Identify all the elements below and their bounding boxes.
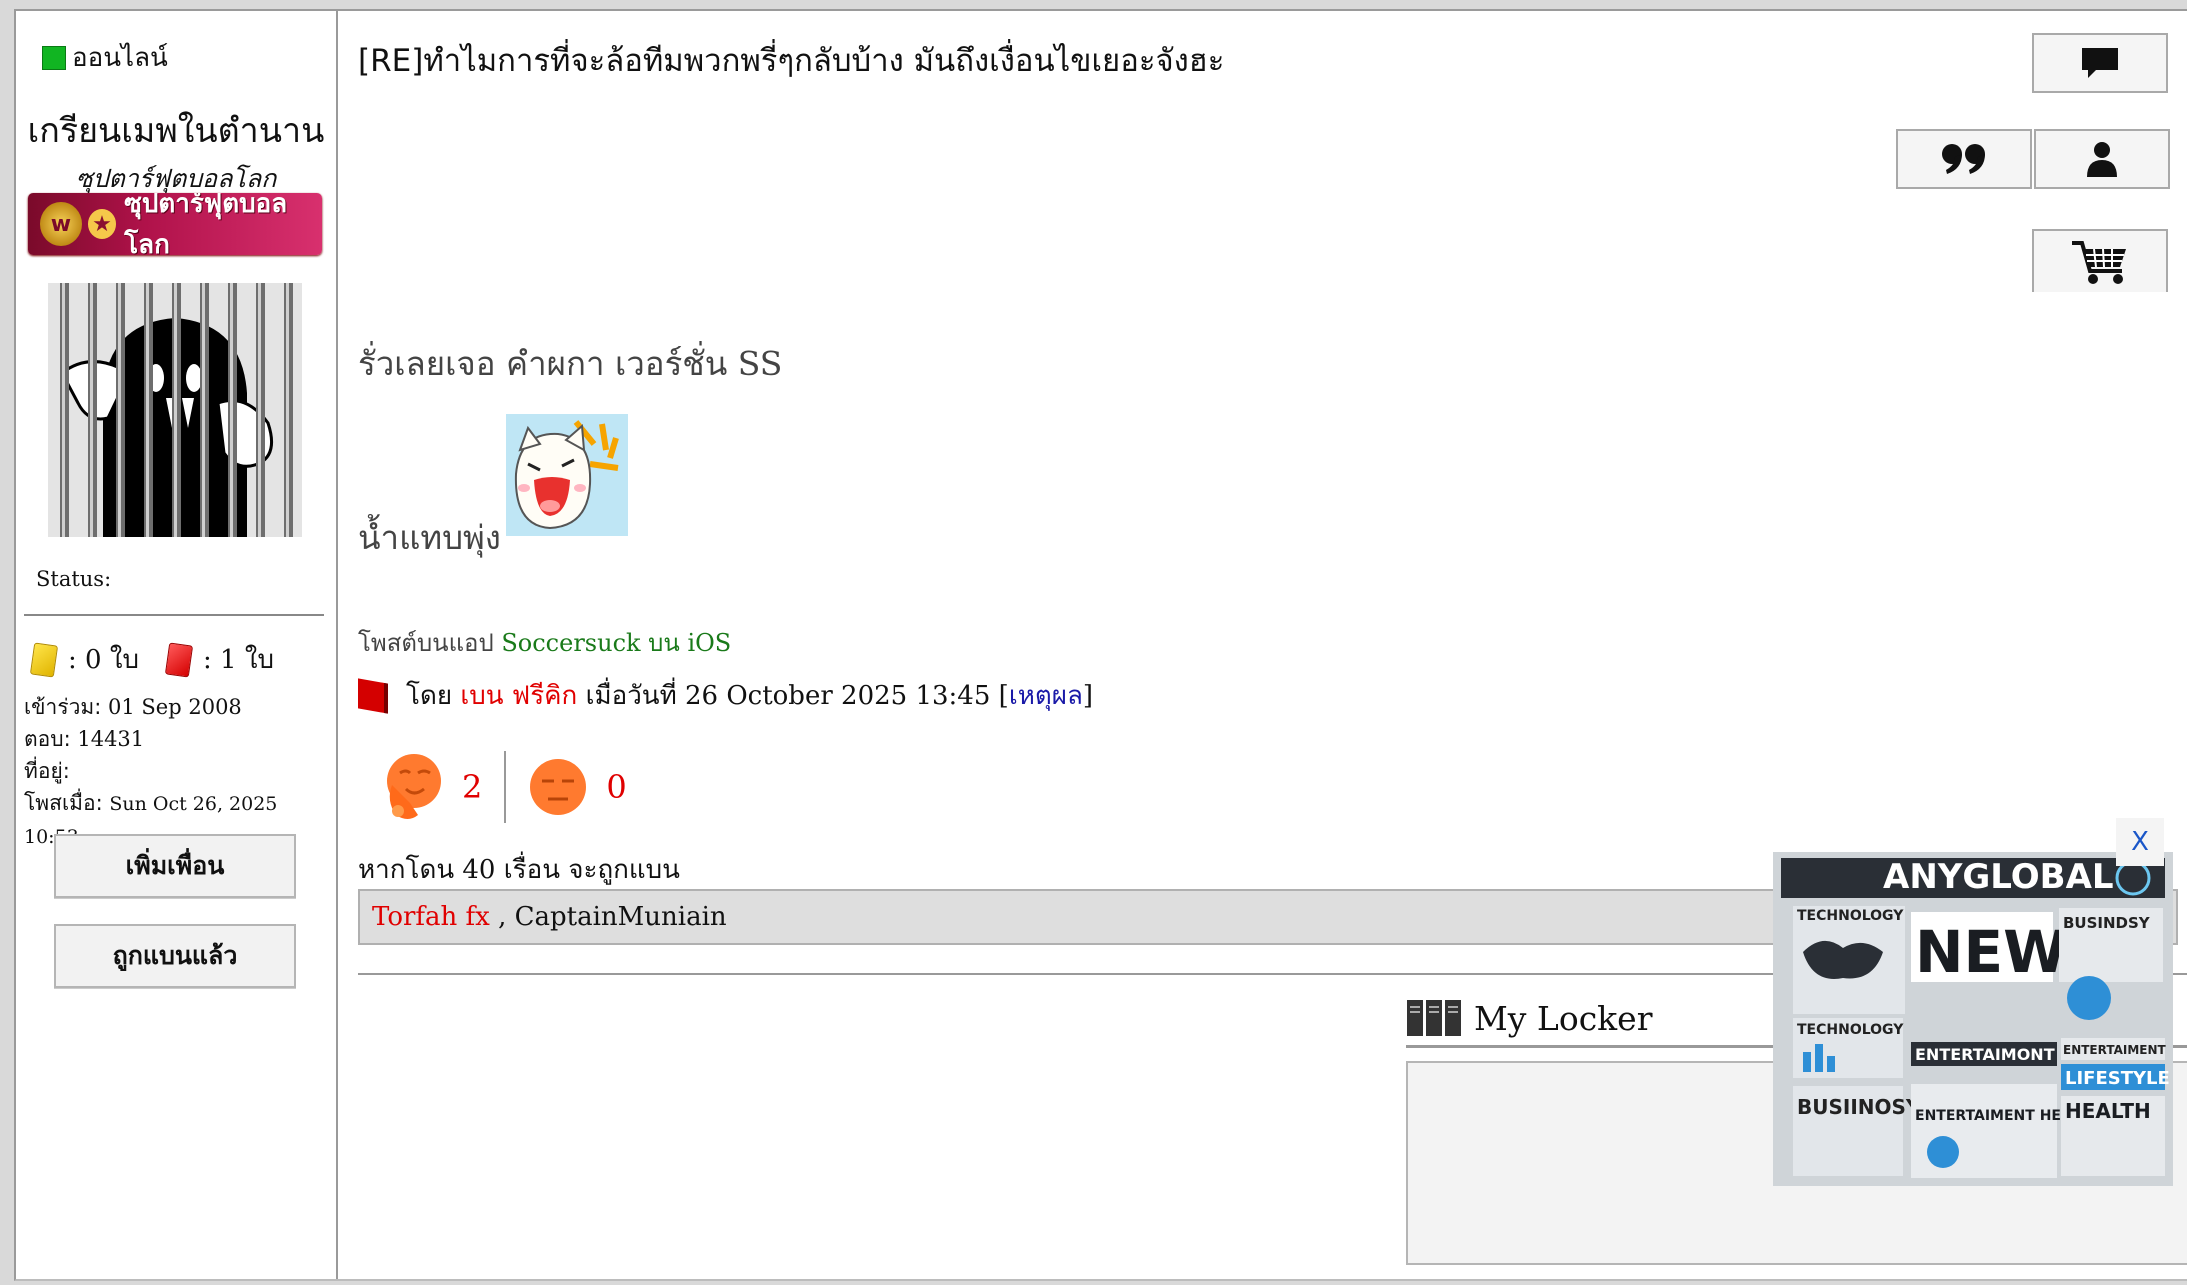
quote-button[interactable]	[1896, 129, 2032, 189]
rank-banner: w ★ ซุปตาร์ฟุตบอลโลก	[28, 193, 322, 255]
quote-icon	[1942, 144, 1985, 174]
avatar[interactable]	[48, 283, 302, 537]
by-label: โดย	[406, 681, 453, 711]
banned-button[interactable]: ถูกแบนแล้ว	[54, 924, 296, 988]
ad-tile-3: TECHNOLOGY	[1797, 1022, 1904, 1038]
replies-value: 14431	[77, 727, 145, 751]
ad-tile-5: ENTERTAIMENT	[2063, 1043, 2167, 1057]
reason-bracket-close: ]	[1082, 680, 1094, 711]
online-status: ออนไลน์	[42, 37, 168, 78]
star-icon: ★	[87, 209, 117, 239]
rank-banner-text: ซุปตาร์ฟุตบอลโลก	[124, 193, 288, 255]
red-flag-icon	[358, 677, 388, 714]
my-locker-title: My Locker	[1474, 998, 1653, 1038]
date-label: เมื่อวันที่	[585, 681, 677, 711]
online-indicator-icon	[42, 45, 66, 70]
red-card-count: : 1 ใบ	[203, 645, 275, 675]
status-label: Status:	[36, 567, 112, 591]
via-prefix: โพสต์บนแอป	[358, 629, 494, 657]
cat-sticker-image	[506, 414, 628, 536]
dislike-reaction-icon[interactable]	[528, 757, 588, 817]
joined-row: เข้าร่วม: 01 Sep 2008	[24, 695, 242, 719]
replies-row: ตอบ: 14431	[24, 727, 145, 751]
add-friend-button[interactable]: เพิ่มเพื่อน	[54, 834, 296, 898]
profile-divider	[24, 614, 324, 616]
like-reaction-icon[interactable]	[378, 751, 444, 823]
location-row: ที่อยู่:	[24, 759, 70, 783]
ad-tile-2: BUSINDSY	[2063, 914, 2151, 932]
ban-notice-count: 40	[462, 855, 496, 885]
post-byline: โดย เบน ฟรีคิก เมื่อวันที่ 26 October 20…	[358, 675, 1093, 716]
ad-tile-4: ENTERTAIMONT	[1915, 1045, 2055, 1064]
post-title: [RE]ทำไมการที่จะล้อทีมพวกพรี่ๆกลับบ้าง ม…	[358, 43, 1225, 79]
via-app-link[interactable]: Soccersuck บน iOS	[501, 629, 731, 657]
profile-button[interactable]	[2034, 129, 2170, 189]
author-link[interactable]: เบน ฟรีคิก	[460, 675, 577, 716]
yellow-card-count: : 0 ใบ	[68, 645, 140, 675]
yellow-card-icon	[29, 641, 59, 678]
online-label: ออนไลน์	[72, 43, 168, 73]
profile-stats: เข้าร่วม: 01 Sep 2008 ตอบ: 14431 ที่อยู่…	[24, 691, 336, 853]
ban-voters-rest[interactable]: , CaptainMuniain	[498, 902, 727, 932]
red-card-icon	[164, 641, 194, 678]
ad-close-button[interactable]: X	[2116, 818, 2164, 866]
dislike-count: 0	[606, 768, 627, 806]
card-counts: : 0 ใบ : 1 ใบ	[29, 639, 275, 680]
ban-notice-suffix: เรื่อน จะถูกแบน	[503, 855, 680, 885]
post-body-line-2: น้ำแทบพุ่ง	[358, 518, 501, 557]
ad-tile-7: BUSIINOSY	[1797, 1095, 1921, 1119]
cart-button[interactable]	[2032, 229, 2168, 292]
post-date: 26 October 2025 13:45	[684, 680, 991, 711]
ban-notice-prefix: หากโดน	[358, 855, 455, 885]
ad-tile-6: LIFESTYLE	[2065, 1068, 2170, 1089]
reason-bracket-open: [	[998, 680, 1009, 711]
advertisement-banner[interactable]: ANYGLOBAL TECHNOLOGY NEWS BUSINDSY TECHN…	[1773, 852, 2173, 1186]
joined-value: 01 Sep 2008	[108, 695, 242, 719]
ban-voter-link[interactable]: Torfah fx	[372, 902, 490, 932]
rank-badge-icon: w	[40, 202, 82, 246]
posted-via: โพสต์บนแอป Soccersuck บน iOS	[358, 623, 731, 662]
user-icon	[2087, 142, 2117, 177]
ad-headline: ANYGLOBAL	[1883, 857, 2114, 897]
ad-tile-9: HEALTH	[2065, 1099, 2151, 1123]
cart-icon	[2072, 240, 2126, 284]
ad-tile-1: TECHNOLOGY	[1797, 908, 1904, 924]
reaction-separator	[504, 751, 507, 823]
ban-notice: หากโดน 40 เรื่อน จะถูกแบน	[358, 849, 680, 890]
locker-icon	[1407, 1000, 1461, 1036]
chat-bubble-icon	[2082, 48, 2118, 78]
like-count: 2	[462, 768, 483, 806]
reason-link[interactable]: เหตุผล	[1009, 675, 1083, 716]
author-profile-panel: ออนไลน์ เกรียนเมพในตำนาน ซุปตาร์ฟุตบอลโล…	[16, 11, 338, 1279]
username[interactable]: เกรียนเมพในตำนาน	[16, 103, 336, 157]
reactions-bar: 2 0	[378, 749, 649, 825]
message-button[interactable]	[2032, 33, 2168, 93]
post-body-line-1: รั่วเลยเจอ คำผกา เวอร์ชั่น SS	[358, 344, 783, 383]
